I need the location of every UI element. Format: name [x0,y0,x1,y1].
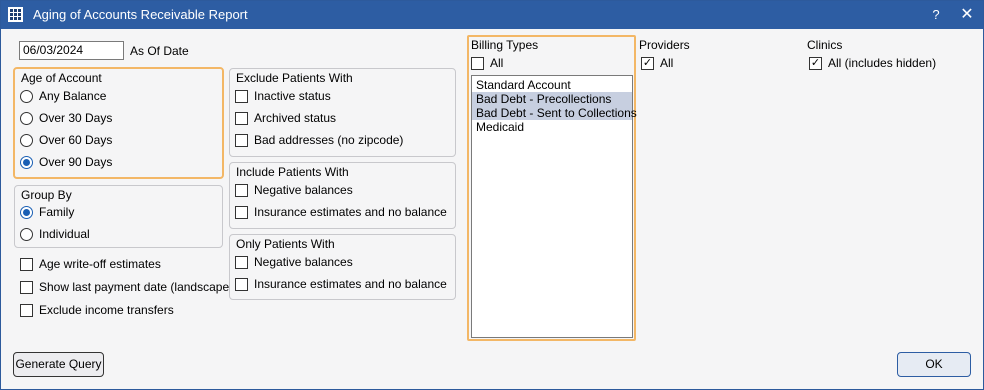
checkbox-bad-addresses[interactable]: Bad addresses (no zipcode) [235,133,403,147]
checkbox-age-writeoff[interactable]: Age write-off estimates [20,257,161,271]
checkbox-icon [235,183,248,197]
exclude-patients-title: Exclude Patients With [236,71,353,85]
checkbox-only-ins-estimates[interactable]: Insurance estimates and no balance [235,277,447,291]
checkbox-label: All [660,56,674,70]
checkbox-icon [20,280,33,294]
checkbox-icon [235,133,248,147]
radio-label: Over 60 Days [39,133,113,147]
radio-label: Any Balance [39,89,107,103]
checkmark-icon: ✓ [641,56,654,70]
radio-over-60[interactable]: Over 60 Days [20,133,112,147]
checkbox-only-negative[interactable]: Negative balances [235,255,353,269]
checkbox-label: Age write-off estimates [39,257,161,271]
providers-title: Providers [639,38,690,52]
checkbox-label: Show last payment date (landscape) [39,280,234,294]
checkbox-label: All (includes hidden) [828,56,937,70]
radio-selected-icon [20,155,33,169]
radio-selected-icon [20,205,33,219]
checkbox-providers-all[interactable]: ✓ All [641,56,673,70]
checkbox-label: Bad addresses (no zipcode) [254,133,404,147]
radio-circle-icon [20,89,33,103]
checkbox-label: Exclude income transfers [39,303,174,317]
checkbox-icon [471,56,484,70]
radio-any-balance[interactable]: Any Balance [20,89,106,103]
app-grid-icon [8,7,23,22]
ok-button[interactable]: OK [897,352,971,377]
report-window: Aging of Accounts Receivable Report ? ✕ … [0,0,984,390]
close-button[interactable]: ✕ [956,5,978,25]
checkbox-label: Insurance estimates and no balance [254,277,447,291]
as-of-date-field[interactable]: 06/03/2024 [19,41,124,60]
radio-over-90[interactable]: Over 90 Days [20,155,112,169]
radio-label: Family [39,205,75,219]
as-of-date-value: 06/03/2024 [23,43,84,57]
checkbox-icon [20,303,33,317]
checkbox-icon [20,257,33,271]
checkbox-icon [235,277,248,291]
checkbox-label: All [490,56,504,70]
checkbox-archived-status[interactable]: Archived status [235,111,336,125]
checkbox-exclude-income-transfers[interactable]: Exclude income transfers [20,303,174,317]
window-title: Aging of Accounts Receivable Report [33,7,248,22]
checkbox-label: Negative balances [254,183,353,197]
checkbox-label: Insurance estimates and no balance [254,205,447,219]
billing-types-list[interactable]: Standard Account Bad Debt - Precollectio… [471,75,637,338]
radio-over-30[interactable]: Over 30 Days [20,111,112,125]
radio-label: Over 30 Days [39,111,113,125]
group-by-title: Group By [21,188,72,202]
radio-family[interactable]: Family [20,205,74,219]
checkbox-show-last-payment[interactable]: Show last payment date (landscape) [20,280,233,294]
billing-type-item[interactable]: Bad Debt - Sent to Collections [472,106,637,120]
billing-type-item[interactable]: Standard Account [472,78,632,92]
checkbox-clinics-all[interactable]: ✓ All (includes hidden) [809,56,936,70]
radio-individual[interactable]: Individual [20,227,90,241]
radio-label: Over 90 Days [39,155,113,169]
checkbox-icon [235,89,248,103]
radio-circle-icon [20,111,33,125]
billing-type-item[interactable]: Bad Debt - Precollections [472,92,632,106]
as-of-date-label: As Of Date [130,44,189,58]
checkbox-include-ins-estimates[interactable]: Insurance estimates and no balance [235,205,447,219]
checkbox-icon [235,205,248,219]
clinics-title: Clinics [807,38,843,52]
checkbox-include-negative[interactable]: Negative balances [235,183,353,197]
billing-types-title: Billing Types [471,38,539,52]
billing-type-item[interactable]: Medicaid [472,120,632,134]
checkbox-label: Archived status [254,111,337,125]
radio-circle-icon [20,133,33,147]
generate-query-button[interactable]: Generate Query [13,352,104,377]
checkbox-icon [235,255,248,269]
checkmark-icon: ✓ [809,56,822,70]
checkbox-inactive-status[interactable]: Inactive status [235,89,331,103]
radio-label: Individual [39,227,90,241]
checkbox-label: Inactive status [254,89,331,103]
title-bar: Aging of Accounts Receivable Report ? ✕ [1,1,983,29]
radio-circle-icon [20,227,33,241]
checkbox-label: Negative balances [254,255,353,269]
age-of-account-title: Age of Account [21,71,102,85]
checkbox-billing-all[interactable]: All [471,56,503,70]
include-patients-title: Include Patients With [236,165,349,179]
checkbox-icon [235,111,248,125]
only-patients-title: Only Patients With [236,237,335,251]
help-button[interactable]: ? [926,5,946,25]
